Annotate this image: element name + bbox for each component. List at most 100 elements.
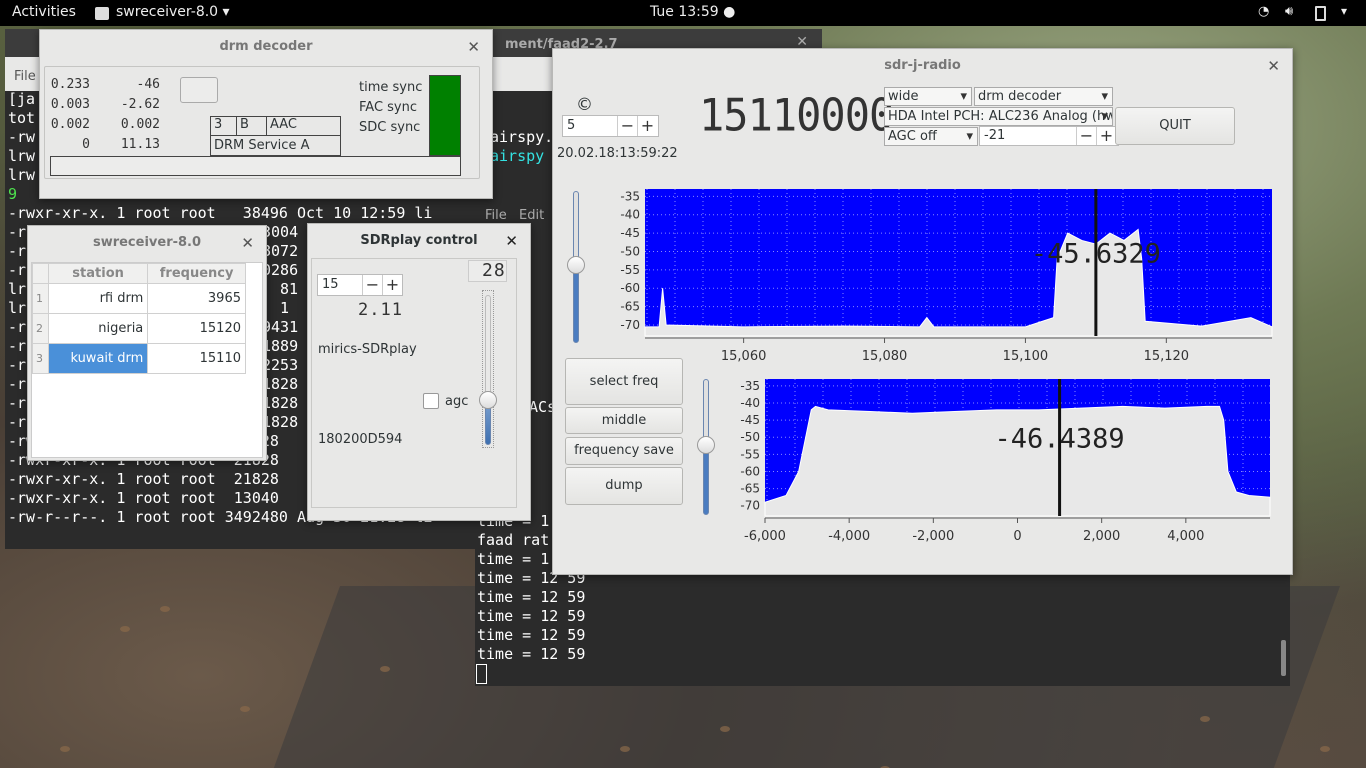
terminal-line-text: 8072: [262, 242, 299, 260]
drm-message-field: [50, 156, 461, 176]
table-row[interactable]: 2 nigeria 15120: [32, 313, 246, 344]
terminal-line-text: -r: [8, 394, 27, 412]
soundcard-select[interactable]: HDA Intel PCH: ALC236 Analog (hw: [884, 107, 1113, 126]
drm-mode-cell: AAC: [270, 117, 297, 132]
frequency-cell[interactable]: 3965: [147, 283, 246, 314]
terminal-cursor: [476, 664, 487, 684]
close-icon[interactable]: ✕: [241, 226, 254, 260]
scrollbar[interactable]: [1281, 640, 1286, 676]
y-tick-label: -55: [740, 447, 760, 461]
spectrum-main-plot[interactable]: -35 -40 -45 -50 -55 -60 -65 -70 15,060 15,080 15,1…: [593, 184, 1283, 389]
decoder-select[interactable]: drm decoder: [974, 87, 1113, 106]
window-titlebar[interactable]: swreceiver-8.0 ✕: [28, 226, 266, 260]
y-tick-label: -70: [620, 318, 640, 332]
x-tick-label: -4,000: [828, 529, 870, 544]
y-tick-label: -50: [740, 430, 760, 444]
wifi-icon[interactable]: ◔: [1258, 4, 1269, 19]
terminal-line-text: 9431: [262, 318, 299, 336]
slider-handle[interactable]: [697, 436, 715, 454]
x-tick-label: -6,000: [744, 529, 786, 544]
close-icon[interactable]: ✕: [505, 224, 518, 258]
y-tick-label: -35: [740, 379, 760, 393]
x-tick-label: 4,000: [1167, 529, 1204, 544]
increment-button[interactable]: +: [1096, 127, 1116, 145]
drm-value-grid: 0.233 -46 0.003 -2.62 0.002 0.002 0 11.13: [50, 77, 160, 157]
app-menu-label: swreceiver-8.0: [116, 4, 219, 20]
drm-value: -46: [136, 77, 160, 92]
y-tick-label: -40: [620, 208, 640, 222]
y-tick-label: -40: [740, 396, 760, 410]
drm-mode-table: 3 B AAC DRM Service A: [210, 116, 341, 156]
terminal-line: time = 12 59: [477, 588, 586, 606]
device-name: mirics-SDRplay: [318, 342, 417, 357]
terminal-line-text: lrw: [8, 166, 36, 184]
terminal-line-text: -rw: [8, 128, 36, 146]
increment-button[interactable]: +: [382, 275, 402, 295]
drm-value: 11.13: [120, 137, 160, 152]
station-cell[interactable]: rfi drm: [47, 283, 149, 314]
station-cell[interactable]: nigeria: [47, 313, 149, 344]
terminal-line: time = 12 59: [477, 626, 586, 644]
agc-checkbox[interactable]: [423, 393, 439, 409]
terminal-line-text: [ja: [8, 90, 36, 108]
slider-handle[interactable]: [479, 391, 497, 409]
terminal-line: -rwxr-xr-x. 1 root root 38496 Oct 10 12:…: [8, 204, 432, 223]
agc-select[interactable]: AGC off: [884, 127, 978, 146]
menu-file[interactable]: File: [14, 67, 36, 86]
window-titlebar[interactable]: sdr-j-radio ✕: [553, 49, 1292, 83]
terminal-line-text: 1889: [262, 337, 299, 355]
spectrum-zoom-plot[interactable]: -35 -40 -45 -50 -55 -60 -65 -70 -6,000 -4,000 -2,0…: [733, 374, 1283, 574]
y-tick-label: -35: [620, 189, 640, 203]
decrement-button[interactable]: −: [1076, 127, 1096, 145]
window-titlebar[interactable]: SDRplay control ✕: [308, 224, 530, 258]
table-row[interactable]: 3 kuwait drm 15110: [32, 343, 246, 374]
clock[interactable]: Tue 13:59 ●: [650, 4, 735, 20]
close-icon[interactable]: ✕: [1267, 49, 1280, 83]
step-spinbox[interactable]: 5 − +: [562, 115, 659, 137]
terminal-line-text: -r: [8, 375, 27, 393]
terminal-line-text: 1828: [262, 413, 299, 431]
dump-button[interactable]: dump: [565, 467, 683, 505]
app-menu-button[interactable]: swreceiver-8.0 ▾: [116, 4, 230, 20]
station-cell[interactable]: kuwait drm: [47, 343, 149, 374]
volume-icon[interactable]: 🔊︎: [1285, 4, 1293, 19]
decrement-button[interactable]: −: [362, 275, 382, 295]
decrement-button[interactable]: −: [617, 116, 637, 136]
top-bar: Activities swreceiver-8.0 ▾ Tue 13:59 ● …: [0, 0, 1366, 26]
activities-button[interactable]: Activities: [12, 4, 76, 20]
station-column-header[interactable]: station: [47, 263, 149, 284]
drm-value-row: 0.002 0.002: [50, 117, 160, 137]
close-icon[interactable]: ✕: [467, 30, 480, 64]
system-menu-icon[interactable]: ▾: [1341, 4, 1347, 18]
slider-handle[interactable]: [567, 256, 585, 274]
marker-value-label: -46.4389: [995, 424, 1125, 455]
increment-button[interactable]: +: [637, 116, 657, 136]
bandwidth-select[interactable]: wide: [884, 87, 972, 106]
frequency-cell[interactable]: 15110: [147, 343, 246, 374]
frequency-column-header[interactable]: frequency: [147, 263, 246, 284]
drm-value-row: 0.233 -46: [50, 77, 160, 97]
agc-threshold-spinbox[interactable]: -21 − +: [979, 126, 1119, 146]
frequency-cell[interactable]: 15120: [147, 313, 246, 344]
window-titlebar[interactable]: drm decoder ✕: [40, 30, 492, 64]
quit-button[interactable]: QUIT: [1115, 107, 1235, 145]
row-number[interactable]: 2: [32, 313, 49, 344]
marker-value-label: -45.6329: [1031, 239, 1161, 270]
sync-indicators: [429, 75, 461, 156]
sdr-j-radio-window: sdr-j-radio ✕ © 5 − + 20.02.18:13:59:22 1…: [552, 48, 1293, 575]
row-number[interactable]: 3: [32, 343, 49, 374]
frequency-save-button[interactable]: frequency save: [565, 437, 683, 465]
drm-value: 0.003: [50, 97, 90, 112]
terminal-line-text: -r: [8, 318, 27, 336]
drm-value: 0.233: [50, 77, 90, 92]
table-row[interactable]: 1 rfi drm 3965: [32, 283, 246, 314]
gain-slider[interactable]: [479, 290, 497, 448]
middle-button[interactable]: middle: [565, 407, 683, 434]
terminal-line-text: airspy.: [490, 128, 554, 146]
gain-spinbox[interactable]: 15 − +: [317, 274, 403, 296]
y-tick-label: -45: [620, 226, 640, 240]
row-number[interactable]: 1: [32, 283, 49, 314]
serial-number: 180200D594: [318, 432, 403, 447]
window-title: drm decoder: [219, 39, 313, 54]
battery-icon[interactable]: [1315, 6, 1326, 21]
